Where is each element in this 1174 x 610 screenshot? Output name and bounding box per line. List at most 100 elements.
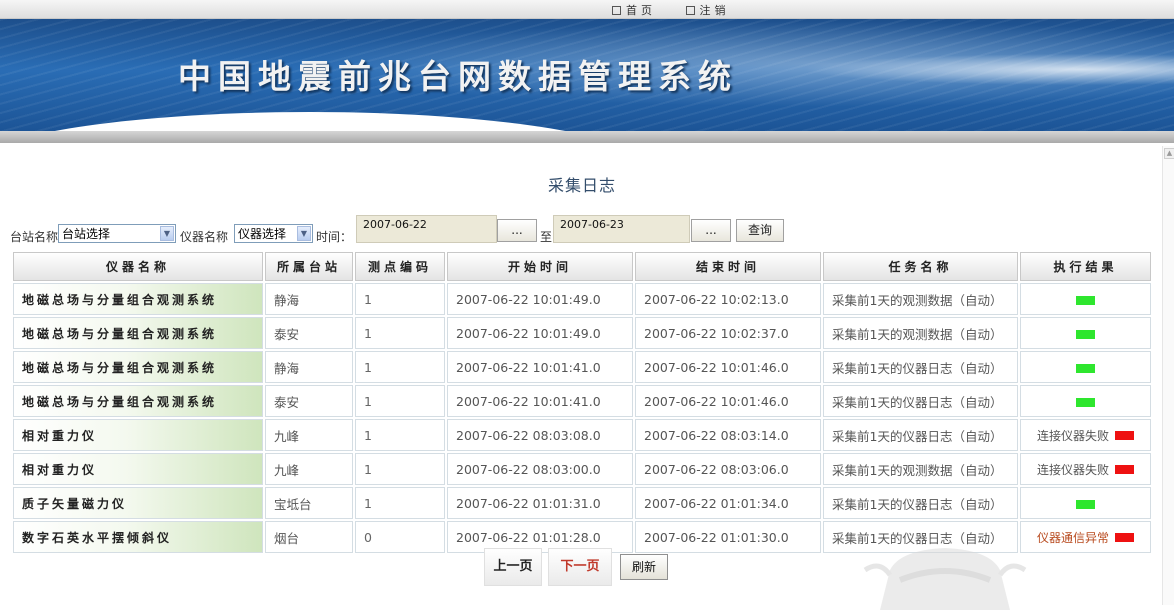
result-cell: 仪器通信异常 [1020,521,1151,553]
instrument-label: 仪器名称 [180,230,229,244]
instrument-select[interactable]: 仪器选择 ▼ [234,224,313,243]
task-name-cell: 采集前1天的仪器日志（自动） [823,487,1018,519]
task-name-cell: 采集前1天的仪器日志（自动） [823,351,1018,383]
green-status-indicator [1076,499,1095,509]
point-code-cell: 1 [355,351,445,383]
table-row[interactable]: 相对重力仪 九峰 1 2007-06-22 08:03:00.0 2007-06-22 … [13,453,1151,485]
result-cell [1020,351,1151,383]
table-row[interactable]: 地磁总场与分量组合观测系统 静海 1 2007-06-22 10:01:49.0 200… [13,283,1151,315]
end-date-picker-button[interactable]: ... [691,219,731,242]
result-message: 仪器通信异常 [1036,530,1109,545]
instrument-name-cell: 相对重力仪 [13,419,263,451]
station-select-value: 台站选择 [62,227,111,241]
red-status-indicator [1115,532,1134,542]
station-cell: 九峰 [265,419,353,451]
nav-logout-label: 注销 [699,4,730,17]
green-status-indicator [1076,363,1095,373]
end-time-cell: 2007-06-22 10:02:37.0 [635,317,821,349]
start-date-field[interactable]: 2007-06-22 [356,215,497,243]
to-label: 至 [540,230,553,244]
task-name-cell: 采集前1天的观测数据（自动） [823,283,1018,315]
end-time-cell: 2007-06-22 10:02:13.0 [635,283,821,315]
station-cell: 烟台 [265,521,353,553]
instrument-name-cell: 地磁总场与分量组合观测系统 [13,283,263,315]
page-scrollbar[interactable]: ▲ [1162,146,1174,605]
start-time-cell: 2007-06-22 10:01:49.0 [447,283,633,315]
table-row[interactable]: 地磁总场与分量组合观测系统 静海 1 2007-06-22 10:01:41.0 200… [13,351,1151,383]
point-code-cell: 1 [355,283,445,315]
column-header: 执行结果 [1020,252,1151,281]
table-row[interactable]: 地磁总场与分量组合观测系统 泰安 1 2007-06-22 10:01:49.0 200… [13,317,1151,349]
result-cell [1020,317,1151,349]
green-status-indicator [1076,329,1095,339]
task-name-cell: 采集前1天的观测数据（自动） [823,317,1018,349]
result-message: 连接仪器失败 [1036,428,1109,443]
system-title: 中国地震前兆台网数据管理系统 [178,57,738,96]
column-header: 所属台站 [265,252,353,281]
result-cell: 连接仪器失败 [1020,419,1151,451]
station-select[interactable]: 台站选择 ▼ [58,224,176,243]
red-status-indicator [1115,464,1134,474]
prev-page-button[interactable]: 上一页 [484,548,542,586]
query-button[interactable]: 查询 [736,219,784,242]
task-name-cell: 采集前1天的仪器日志（自动） [823,419,1018,451]
start-time-cell: 2007-06-22 10:01:49.0 [447,317,633,349]
dropdown-arrow-icon[interactable]: ▼ [297,226,311,241]
result-cell [1020,487,1151,519]
refresh-button[interactable]: 刷新 [620,554,668,580]
result-cell [1020,283,1151,315]
instrument-name-cell: 相对重力仪 [13,453,263,485]
instrument-name-cell: 质子矢量磁力仪 [13,487,263,519]
column-header: 结束时间 [635,252,821,281]
point-code-cell: 1 [355,487,445,519]
instrument-select-value: 仪器选择 [238,227,287,241]
top-nav-strip [0,0,1174,19]
start-time-cell: 2007-06-22 08:03:00.0 [447,453,633,485]
end-date-field[interactable]: 2007-06-23 [553,215,690,243]
point-code-cell: 1 [355,453,445,485]
instrument-name-cell: 地磁总场与分量组合观测系统 [13,351,263,383]
column-header: 开始时间 [447,252,633,281]
station-cell: 九峰 [265,453,353,485]
station-cell: 宝坻台 [265,487,353,519]
task-name-cell: 采集前1天的观测数据（自动） [823,453,1018,485]
scroll-up-icon[interactable]: ▲ [1164,148,1174,159]
result-cell: 连接仪器失败 [1020,453,1151,485]
station-cell: 静海 [265,351,353,383]
end-time-cell: 2007-06-22 10:01:46.0 [635,385,821,417]
point-code-cell: 1 [355,385,445,417]
station-cell: 静海 [265,283,353,315]
end-time-cell: 2007-06-22 10:01:46.0 [635,351,821,383]
instrument-name-cell: 地磁总场与分量组合观测系统 [13,317,263,349]
dropdown-arrow-icon[interactable]: ▼ [160,226,174,241]
instrument-name-cell: 地磁总场与分量组合观测系统 [13,385,263,417]
nav-logout-link[interactable]: 注销 [685,2,730,18]
filter-bar: 台站名称 台站选择 ▼ 仪器名称 仪器选择 ▼ 时间： 2007-06-22 .… [10,215,810,245]
end-time-cell: 2007-06-22 01:01:30.0 [635,521,821,553]
page-title: 采集日志 [547,176,616,195]
time-label: 时间： [316,230,353,244]
start-time-cell: 2007-06-22 10:01:41.0 [447,385,633,417]
result-cell [1020,385,1151,417]
task-name-cell: 采集前1天的仪器日志（自动） [823,385,1018,417]
point-code-cell: 1 [355,317,445,349]
station-cell: 泰安 [265,317,353,349]
table-row[interactable]: 相对重力仪 九峰 1 2007-06-22 08:03:08.0 2007-06-22 … [13,419,1151,451]
green-status-indicator [1076,295,1095,305]
table-row[interactable]: 地磁总场与分量组合观测系统 泰安 1 2007-06-22 10:01:41.0 200… [13,385,1151,417]
column-header: 测点编码 [355,252,445,281]
column-header: 任务名称 [823,252,1018,281]
next-page-button[interactable]: 下一页 [548,548,612,586]
nav-home-label: 首页 [626,4,656,17]
table-row[interactable]: 质子矢量磁力仪 宝坻台 1 2007-06-22 01:01:31.0 2007-06-… [13,487,1151,519]
start-date-picker-button[interactable]: ... [497,219,537,242]
start-time-cell: 2007-06-22 01:01:31.0 [447,487,633,519]
square-bullet-icon [685,5,695,15]
station-label: 台站名称 [10,230,59,244]
instrument-name-cell: 数字石英水平摆倾斜仪 [13,521,263,553]
table-header-row: 仪器名称 所属台站 测点编码 开始时间 结束时间 任务名称 执行结果 [13,252,1151,281]
green-status-indicator [1076,397,1095,407]
nav-home-link[interactable]: 首页 [612,2,656,18]
point-code-cell: 1 [355,419,445,451]
start-time-cell: 2007-06-22 08:03:08.0 [447,419,633,451]
